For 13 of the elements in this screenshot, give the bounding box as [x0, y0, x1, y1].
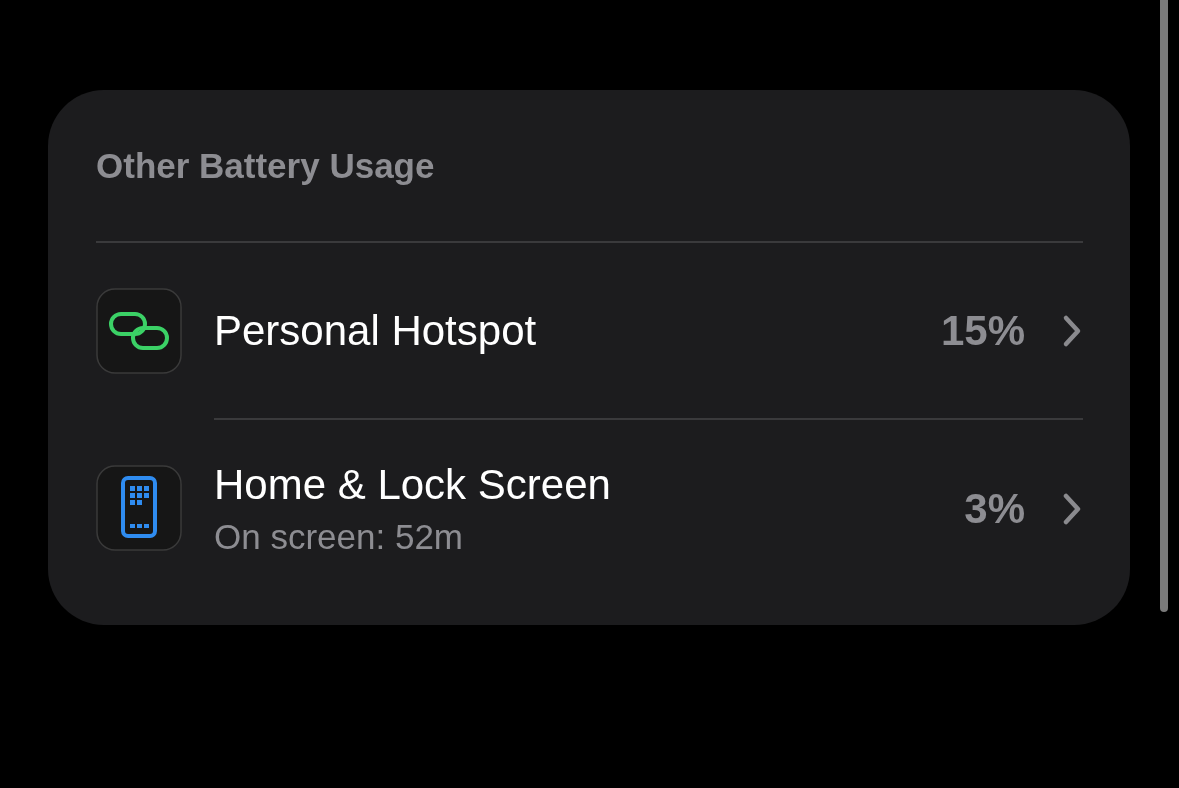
row-label: Personal Hotspot: [214, 306, 538, 355]
list-row[interactable]: Personal Hotspot 15%: [96, 243, 1083, 418]
phone-icon: [96, 465, 182, 551]
list-row[interactable]: Home & Lock Screen On screen: 52m 3%: [96, 418, 1083, 598]
usage-percent: 15%: [940, 306, 1025, 355]
section-title: Other Battery Usage: [96, 90, 1083, 243]
row-subtitle: On screen: 52m: [214, 517, 464, 557]
row-label: Home & Lock Screen: [214, 461, 612, 509]
scrollbar[interactable]: [1160, 0, 1168, 612]
chevron-icon: [1061, 313, 1083, 348]
chevron-icon: [1061, 492, 1083, 526]
link-icon: [96, 287, 182, 374]
usage-percent: 3%: [964, 485, 1025, 533]
